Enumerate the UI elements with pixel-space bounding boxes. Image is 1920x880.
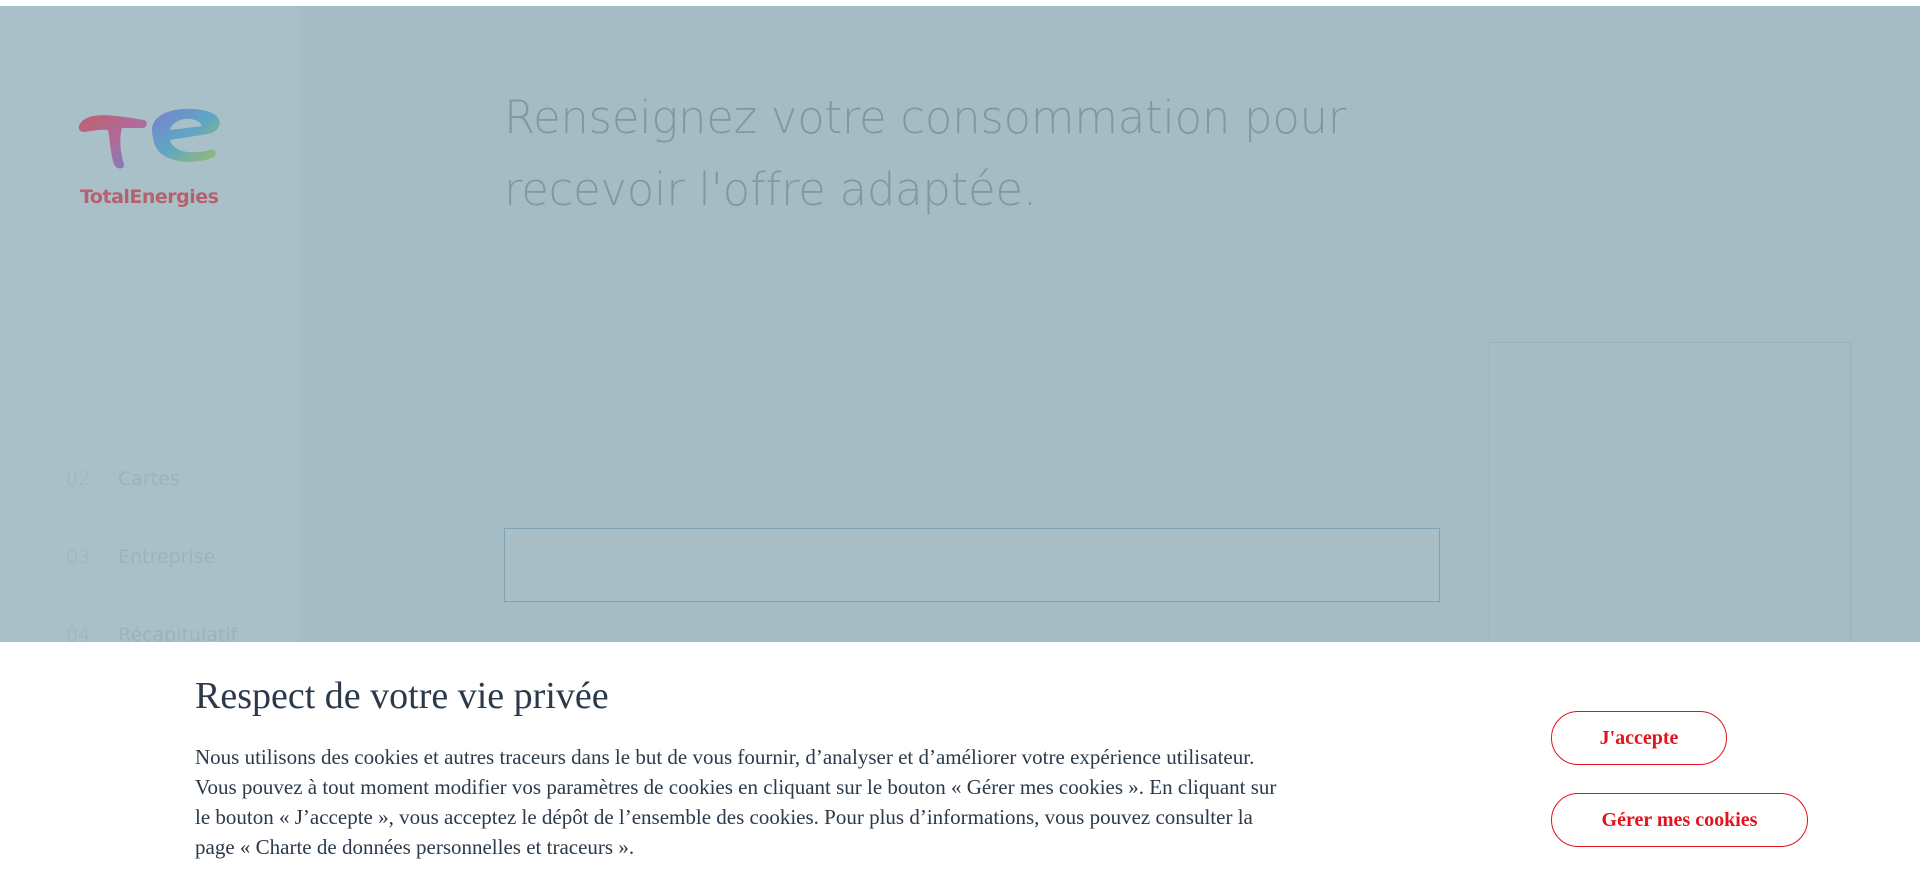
- cookie-text-line: Nous utilisons des cookies et autres tra…: [195, 745, 1255, 769]
- manage-cookies-button[interactable]: Gérer mes cookies: [1551, 793, 1808, 847]
- page-title-line-2: recevoir l'offre adaptée.: [504, 163, 1037, 216]
- step-label: Cartes: [118, 468, 180, 490]
- cookie-banner-text: Nous utilisons des cookies et autres tra…: [195, 742, 1455, 862]
- logo-wordmark: TotalEnergies: [80, 186, 219, 208]
- consumption-input[interactable]: [504, 528, 1440, 602]
- cookie-text-line: page « Charte de données personnelles et…: [195, 835, 635, 859]
- logo-mark-icon: [78, 108, 220, 169]
- step-item-cartes[interactable]: 02 Cartes: [66, 464, 180, 494]
- accept-cookies-button[interactable]: J'accepte: [1551, 711, 1727, 765]
- cookie-banner-title: Respect de votre vie privée: [195, 675, 609, 717]
- page-title-line-1: Renseignez votre consommation pour: [504, 91, 1346, 144]
- step-label: Entreprise: [118, 546, 216, 568]
- step-number: 02: [66, 468, 91, 490]
- page-title: Renseignez votre consommation pour recev…: [504, 82, 1404, 226]
- step-item-entreprise[interactable]: 03 Entreprise: [66, 542, 215, 572]
- cookie-text-line: le bouton « J’accepte », vous acceptez l…: [195, 805, 1253, 829]
- step-number: 03: [66, 546, 91, 568]
- totalenergies-logo[interactable]: TotalEnergies: [78, 102, 224, 212]
- cookie-banner: Respect de votre vie privée Nous utiliso…: [0, 642, 1920, 880]
- cookie-text-line: Vous pouvez à tout moment modifier vos p…: [195, 775, 1277, 799]
